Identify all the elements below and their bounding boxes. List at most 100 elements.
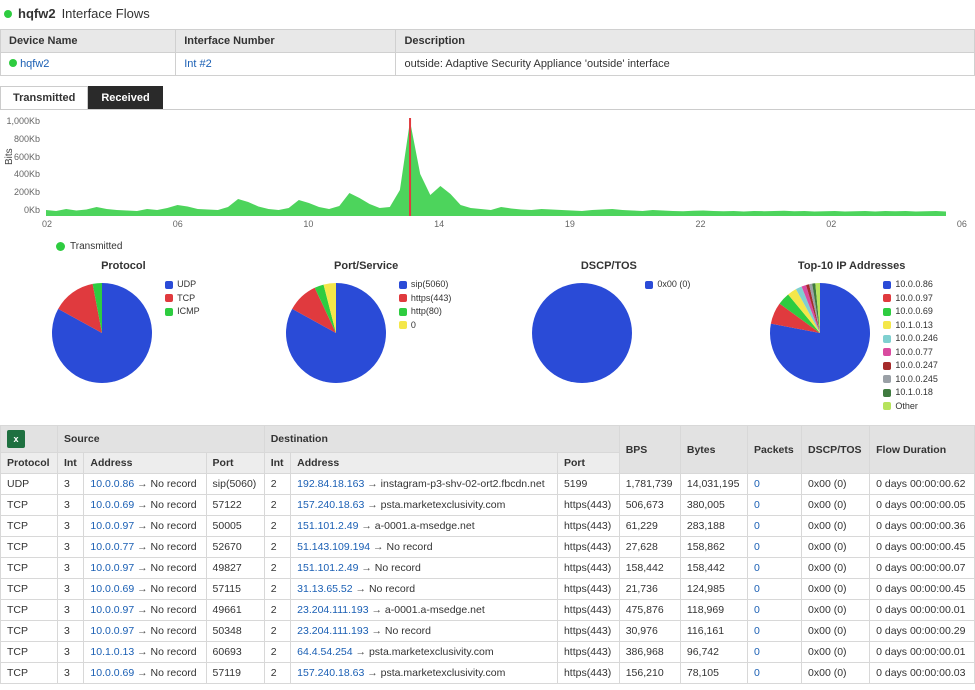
legend-item[interactable]: 0 [399, 319, 452, 333]
src-ip-link[interactable]: 10.0.0.69 [90, 667, 134, 679]
pie-title: DSCP/TOS [490, 260, 729, 272]
src-ip-link[interactable]: 10.0.0.77 [90, 541, 134, 553]
device-link[interactable]: hqfw2 [20, 58, 49, 70]
packets-link[interactable]: 0 [754, 604, 760, 616]
dst-ip-link[interactable]: 151.101.2.49 [297, 562, 358, 574]
table-row[interactable]: TCP310.0.0.69 → No record57115231.13.65.… [1, 579, 975, 600]
col-bps[interactable]: BPS [619, 426, 680, 474]
src-ip-link[interactable]: 10.0.0.97 [90, 520, 134, 532]
packets-link[interactable]: 0 [754, 541, 760, 553]
col-bytes[interactable]: Bytes [680, 426, 747, 474]
table-row[interactable]: TCP310.0.0.97 → No record49661223.204.11… [1, 600, 975, 621]
packets-link[interactable]: 0 [754, 667, 760, 679]
dst-ip-link[interactable]: 23.204.111.193 [297, 625, 368, 637]
tab-received[interactable]: Received [88, 86, 162, 109]
src-ip-link[interactable]: 10.0.0.97 [90, 604, 134, 616]
table-row[interactable]: TCP310.0.0.97 → No record500052151.101.2… [1, 516, 975, 537]
legend-item[interactable]: sip(5060) [399, 278, 452, 292]
pie-chart-icon[interactable] [47, 278, 157, 388]
packets-link[interactable]: 0 [754, 646, 760, 658]
dst-ip-link[interactable]: 23.204.111.193 [297, 604, 368, 616]
legend-item[interactable]: TCP [165, 292, 200, 306]
legend-item[interactable]: 10.0.0.247 [883, 359, 938, 373]
cell-src-port: sip(5060) [206, 474, 264, 495]
pie-chart-icon[interactable] [527, 278, 637, 388]
legend-item[interactable]: 10.0.0.246 [883, 332, 938, 346]
pie-chart-icon[interactable] [281, 278, 391, 388]
legend-item[interactable]: 10.0.0.69 [883, 305, 938, 319]
legend-swatch-icon [883, 362, 891, 370]
dst-ip-link[interactable]: 157.240.18.63 [297, 499, 364, 511]
col-group-source: Source [57, 426, 264, 453]
src-ip-link[interactable]: 10.0.0.69 [90, 499, 134, 511]
legend-swatch-icon [165, 308, 173, 316]
col-dst-int[interactable]: Int [264, 453, 290, 474]
legend-label: 10.0.0.247 [895, 359, 938, 373]
legend-swatch-icon [883, 308, 891, 316]
packets-link[interactable]: 0 [754, 562, 760, 574]
src-ip-link[interactable]: 10.0.0.86 [90, 478, 134, 490]
legend-item[interactable]: 10.1.0.18 [883, 386, 938, 400]
legend-swatch-icon [883, 389, 891, 397]
legend-item[interactable]: http(80) [399, 305, 452, 319]
y-tick: 200Kb [0, 187, 44, 197]
legend-item[interactable]: 0x00 (0) [645, 278, 690, 292]
table-row[interactable]: TCP310.0.0.77 → No record52670251.143.10… [1, 537, 975, 558]
col-duration[interactable]: Flow Duration [870, 426, 975, 474]
col-src-int[interactable]: Int [57, 453, 83, 474]
table-row[interactable]: UDP310.0.0.86 → No recordsip(5060)2192.8… [1, 474, 975, 495]
cell-bytes: 283,188 [680, 516, 747, 537]
cell-src-address: 10.0.0.69 → No record [84, 495, 206, 516]
legend-label: 10.0.0.86 [895, 278, 933, 292]
dst-ip-link[interactable]: 51.143.109.194 [297, 541, 370, 553]
col-src-port[interactable]: Port [206, 453, 264, 474]
legend-item[interactable]: 10.0.0.86 [883, 278, 938, 292]
legend-item[interactable]: UDP [165, 278, 200, 292]
dst-ip-link[interactable]: 151.101.2.49 [297, 520, 358, 532]
tab-transmitted[interactable]: Transmitted [0, 86, 88, 109]
src-ip-link[interactable]: 10.0.0.69 [90, 583, 134, 595]
src-ip-link[interactable]: 10.0.0.97 [90, 562, 134, 574]
col-dscp[interactable]: DSCP/TOS [802, 426, 870, 474]
legend-item[interactable]: 10.0.0.245 [883, 373, 938, 387]
dst-ip-link[interactable]: 192.84.18.163 [297, 478, 364, 490]
table-row[interactable]: TCP310.0.0.97 → No record50348223.204.11… [1, 621, 975, 642]
packets-link[interactable]: 0 [754, 625, 760, 637]
legend-item[interactable]: Other [883, 400, 938, 414]
dst-ip-link[interactable]: 157.240.18.63 [297, 667, 364, 679]
legend-item[interactable]: 10.0.0.97 [883, 292, 938, 306]
packets-link[interactable]: 0 [754, 478, 760, 490]
cell-bytes: 14,031,195 [680, 474, 747, 495]
legend-item[interactable]: https(443) [399, 292, 452, 306]
table-row[interactable]: TCP310.0.0.69 → No record571222157.240.1… [1, 495, 975, 516]
table-row[interactable]: TCP310.1.0.13 → No record60693264.4.54.2… [1, 642, 975, 663]
cell-packets: 0 [748, 579, 802, 600]
packets-link[interactable]: 0 [754, 583, 760, 595]
dst-ip-link[interactable]: 64.4.54.254 [297, 646, 352, 658]
table-row[interactable]: TCP310.0.0.69 → No record571192157.240.1… [1, 663, 975, 684]
col-protocol[interactable]: Protocol [1, 453, 58, 474]
legend-item[interactable]: 10.1.0.13 [883, 319, 938, 333]
legend-item[interactable]: ICMP [165, 305, 200, 319]
cell-dst-address: 23.204.111.193 → No record [291, 621, 558, 642]
packets-link[interactable]: 0 [754, 520, 760, 532]
excel-export-icon[interactable]: x [7, 430, 25, 448]
table-row[interactable]: TCP310.0.0.97 → No record498272151.101.2… [1, 558, 975, 579]
col-dst-address[interactable]: Address [291, 453, 558, 474]
cell-bps: 158,442 [619, 558, 680, 579]
src-ip-link[interactable]: 10.0.0.97 [90, 625, 134, 637]
col-packets[interactable]: Packets [748, 426, 802, 474]
col-dst-port[interactable]: Port [557, 453, 619, 474]
legend-item[interactable]: 10.0.0.77 [883, 346, 938, 360]
dst-ip-link[interactable]: 31.13.65.52 [297, 583, 352, 595]
interface-link[interactable]: Int #2 [184, 58, 212, 70]
cell-src-int: 3 [57, 537, 83, 558]
pie-chart-icon[interactable] [765, 278, 875, 388]
pie-block: Top-10 IP Addresses10.0.0.8610.0.0.9710.… [732, 260, 971, 413]
packets-link[interactable]: 0 [754, 499, 760, 511]
src-ip-link[interactable]: 10.1.0.13 [90, 646, 134, 658]
col-src-address[interactable]: Address [84, 453, 206, 474]
area-chart-svg[interactable] [46, 116, 946, 216]
cell-dscp: 0x00 (0) [802, 642, 870, 663]
flows-table: x Source Destination BPS Bytes Packets D… [0, 425, 975, 684]
